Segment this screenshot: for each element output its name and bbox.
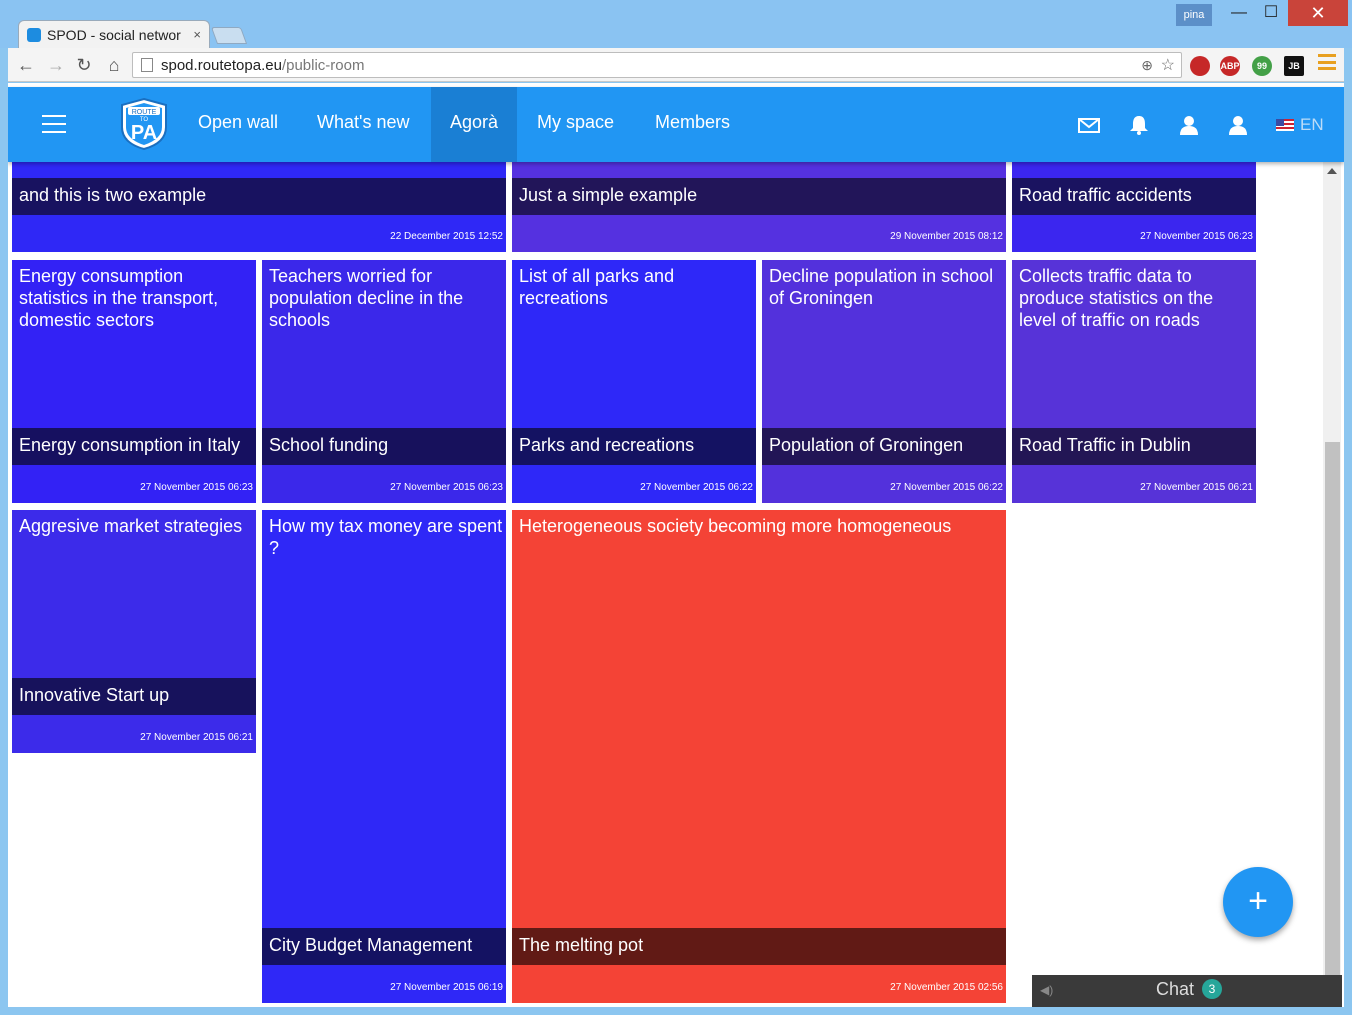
tile-date: 27 November 2015 06:22 (890, 482, 1003, 493)
tile-title: The melting pot (512, 928, 1006, 965)
tile-title: Energy consumption in Italy (12, 428, 256, 465)
tile-date: 29 November 2015 08:12 (890, 231, 1003, 242)
tile-date: 27 November 2015 06:19 (390, 982, 503, 993)
minimize-button[interactable]: — (1224, 0, 1254, 26)
svg-text:ROUTE: ROUTE (132, 109, 157, 116)
tile-groningen[interactable]: Decline population in school of Groninge… (762, 260, 1006, 503)
chat-count-badge: 3 (1202, 979, 1222, 999)
back-icon[interactable]: ← (14, 53, 38, 77)
chat-label: Chat (1156, 979, 1195, 999)
tile-date: 27 November 2015 02:56 (890, 982, 1003, 993)
mail-icon[interactable] (1078, 115, 1100, 135)
tile-title: Just a simple example (512, 178, 1006, 215)
page-scrollbar[interactable] (1323, 162, 1341, 1007)
tile-dublin-traffic[interactable]: Collects traffic data to produce statist… (1012, 260, 1256, 503)
home-icon[interactable]: ⌂ (102, 53, 126, 77)
tile-date: 27 November 2015 06:21 (140, 732, 253, 743)
tile-title: Road Traffic in Dublin (1012, 428, 1256, 465)
tile-description: Decline population in school of Groninge… (769, 266, 994, 308)
route-to-pa-logo[interactable]: ROUTE TO PA (118, 97, 170, 151)
tile-date: 27 November 2015 06:23 (1140, 231, 1253, 242)
svg-text:PA: PA (131, 122, 157, 144)
forward-icon[interactable]: → (44, 53, 68, 77)
tile-date: 27 November 2015 06:22 (640, 482, 753, 493)
nav-open-wall[interactable]: Open wall (179, 87, 297, 162)
nav-agora[interactable]: Agorà (431, 87, 518, 162)
bookmark-star-icon[interactable]: ☆ (1161, 55, 1175, 75)
tile-energy-italy[interactable]: Energy consumption statistics in the tra… (12, 260, 256, 503)
tile-description: Heterogeneous society becoming more homo… (519, 516, 952, 536)
tile-title: Innovative Start up (12, 678, 256, 715)
hamburger-menu-icon[interactable] (42, 115, 66, 133)
nav-my-space[interactable]: My space (518, 87, 633, 162)
spod-favicon-icon (27, 27, 41, 42)
close-window-button[interactable]: ✕ (1288, 0, 1348, 26)
account-icon[interactable] (1227, 115, 1249, 135)
add-button[interactable]: + (1223, 867, 1293, 937)
tile-startup[interactable]: Aggresive market strategies Innovative S… (12, 510, 256, 753)
tile-school-funding[interactable]: Teachers worried for population decline … (262, 260, 506, 503)
tab-close-icon[interactable]: × (193, 27, 201, 42)
language-selector[interactable]: EN (1276, 115, 1324, 135)
tile-city-budget[interactable]: How my tax money are spent ? City Budget… (262, 510, 506, 1003)
tile-date: 27 November 2015 06:23 (390, 482, 503, 493)
page-icon (141, 58, 153, 72)
tile-title: City Budget Management (262, 928, 506, 965)
scroll-up-arrow-icon[interactable] (1327, 168, 1337, 174)
profile-badge[interactable]: pina (1176, 4, 1212, 26)
tile-description: List of all parks and recreations (519, 266, 675, 308)
quote-extension-icon[interactable]: 99 (1252, 56, 1272, 76)
tile-parks[interactable]: List of all parks and recreations Parks … (512, 260, 756, 503)
tile-description: Collects traffic data to produce statist… (1019, 266, 1214, 330)
scrollbar-thumb[interactable] (1325, 442, 1340, 1007)
browser-titlebar: SPOD - social networ × pina — ☐ ✕ (0, 0, 1352, 48)
tile-title: School funding (262, 428, 506, 465)
url-path: /public-room (281, 56, 365, 74)
tile-date: 27 November 2015 06:21 (1140, 482, 1253, 493)
jetbrains-icon[interactable]: JB (1284, 56, 1304, 76)
tile-title: and this is two example (12, 178, 506, 215)
language-label: EN (1300, 115, 1324, 134)
browser-menu-icon[interactable] (1318, 54, 1336, 70)
tile-description: Aggresive market strategies (19, 516, 243, 536)
tile-title: Parks and recreations (512, 428, 756, 465)
page-viewport: ROUTE TO PA Open wall What's new Agorà M… (8, 83, 1344, 1007)
browser-toolbar: ← → ↻ ⌂ spod.routetopa.eu /public-room ⊕… (8, 48, 1344, 82)
tile-description: Energy consumption statistics in the tra… (19, 266, 219, 330)
user-icon[interactable] (1178, 115, 1200, 135)
nav-members[interactable]: Members (636, 87, 749, 162)
tile-title: Road traffic accidents (1012, 178, 1256, 215)
address-bar[interactable]: spod.routetopa.eu /public-room ⊕ ☆ (132, 52, 1182, 78)
record-extension-icon[interactable] (1190, 56, 1210, 76)
new-tab-button[interactable] (210, 27, 248, 44)
chat-bar[interactable]: ◀) Chat 3 (1032, 975, 1342, 1007)
reload-icon[interactable]: ↻ (72, 53, 96, 77)
us-flag-icon (1276, 119, 1294, 131)
tile-melting-pot[interactable]: Heterogeneous society becoming more homo… (512, 510, 1006, 1003)
zoom-icon[interactable]: ⊕ (1141, 57, 1153, 74)
tab-title: SPOD - social networ (47, 26, 181, 43)
app-header: ROUTE TO PA Open wall What's new Agorà M… (8, 87, 1344, 162)
tile-title: Population of Groningen (762, 428, 1006, 465)
tile-description: Teachers worried for population decline … (269, 266, 464, 330)
maximize-button[interactable]: ☐ (1256, 0, 1286, 26)
tile-description: How my tax money are spent ? (269, 516, 503, 558)
notification-bell-icon[interactable] (1128, 115, 1150, 135)
nav-whats-new[interactable]: What's new (298, 87, 428, 162)
adblock-icon[interactable]: ABP (1220, 56, 1240, 76)
tile-date: 22 December 2015 12:52 (390, 231, 503, 242)
url-host: spod.routetopa.eu (161, 56, 282, 74)
speaker-icon[interactable]: ◀) (1040, 983, 1053, 997)
tile-date: 27 November 2015 06:23 (140, 482, 253, 493)
browser-tab[interactable]: SPOD - social networ × (18, 20, 210, 48)
